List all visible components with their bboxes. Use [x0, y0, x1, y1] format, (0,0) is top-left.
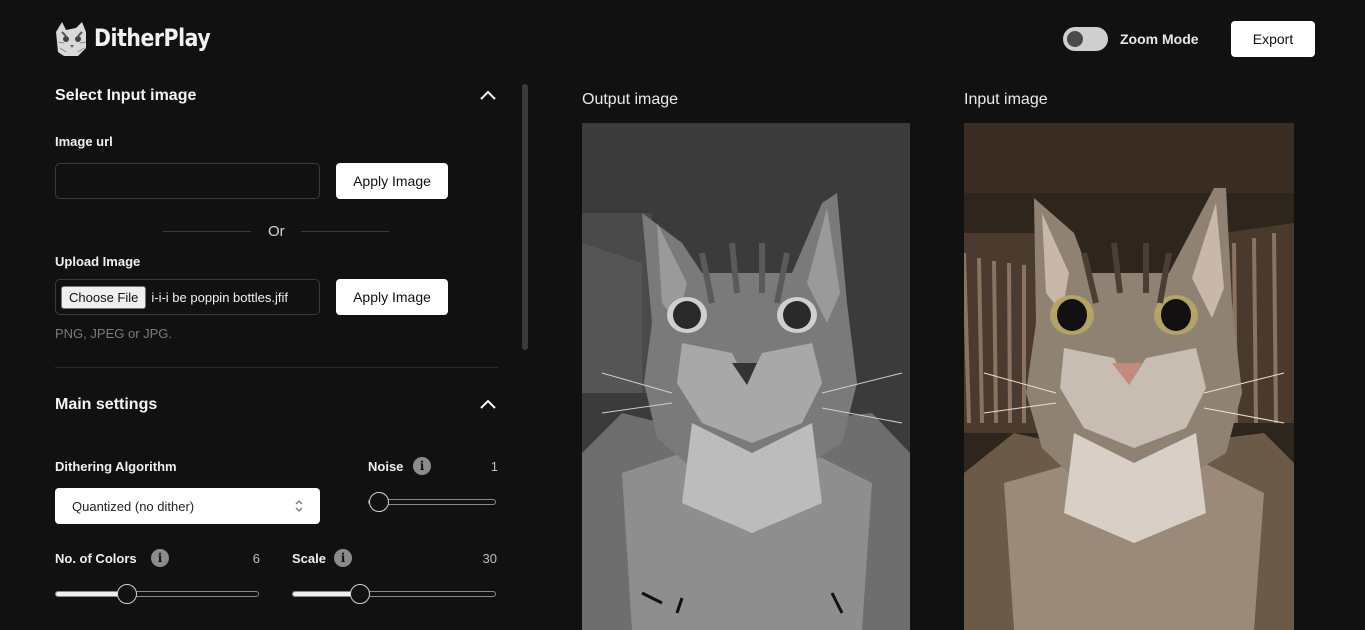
file-type-hint: PNG, JPEG or JPG.	[55, 326, 173, 341]
file-name: i-i-i be poppin bottles.jfif	[151, 289, 288, 305]
noise-value: 1	[490, 459, 498, 474]
zoom-mode-label: Zoom Mode	[1120, 31, 1199, 47]
main-settings-title: Main settings	[55, 396, 158, 413]
scale-slider-thumb[interactable]	[349, 584, 370, 604]
colors-value: 6	[252, 551, 260, 566]
output-image[interactable]	[582, 123, 910, 630]
noise-info-icon[interactable]: i	[413, 457, 431, 475]
chevron-up-icon[interactable]	[479, 87, 497, 105]
choose-file-button[interactable]: Choose File	[61, 285, 147, 309]
or-text: Or	[268, 223, 285, 240]
scale-label: Scale	[292, 551, 326, 566]
image-url-input[interactable]	[55, 163, 320, 199]
input-section-title: Select Input image	[55, 87, 197, 104]
apply-url-button[interactable]: Apply Image	[336, 163, 448, 199]
dithering-algorithm-select[interactable]: Quantized (no dither)	[55, 488, 320, 524]
app-logo[interactable]: DitherPlay	[52, 18, 231, 58]
header: DitherPlay Zoom Mode Export	[0, 0, 1365, 80]
scale-info-icon[interactable]: i	[334, 549, 352, 567]
noise-slider-thumb[interactable]	[369, 492, 389, 512]
image-url-label: Image url	[55, 134, 113, 149]
app-title: DitherPlay	[94, 24, 211, 52]
dithering-algorithm-label: Dithering Algorithm	[55, 459, 177, 474]
divider-left	[163, 231, 251, 232]
colors-info-icon[interactable]: i	[151, 549, 169, 567]
colors-label: No. of Colors	[55, 551, 137, 566]
toggle-knob	[1067, 31, 1083, 47]
colors-slider[interactable]	[55, 584, 259, 604]
chevron-up-icon[interactable]	[479, 396, 497, 414]
colors-slider-thumb[interactable]	[116, 584, 137, 604]
settings-panel: Select Input image Image url Apply Image…	[0, 80, 520, 630]
zoom-mode-toggle[interactable]	[1063, 27, 1108, 51]
algorithm-value: Quantized (no dither)	[72, 498, 195, 514]
cat-logo-icon	[56, 22, 87, 56]
noise-slider[interactable]	[368, 492, 496, 512]
noise-label: Noise	[368, 459, 404, 474]
apply-upload-button[interactable]: Apply Image	[336, 279, 448, 315]
scale-value: 30	[482, 551, 497, 566]
output-image-title: Output image	[582, 91, 679, 108]
file-upload-input[interactable]: Choose File i-i-i be poppin bottles.jfif	[55, 279, 320, 315]
dithered-cat-image	[582, 123, 910, 630]
section-divider	[55, 367, 498, 368]
input-image[interactable]	[964, 123, 1294, 630]
panel-scrollbar[interactable]	[522, 84, 528, 350]
upload-image-label: Upload Image	[55, 254, 141, 269]
select-arrows-icon	[295, 500, 303, 512]
cat-photo	[964, 123, 1294, 630]
divider-right	[301, 231, 389, 232]
scale-slider[interactable]	[292, 584, 496, 604]
export-button[interactable]: Export	[1231, 21, 1315, 57]
input-image-title: Input image	[964, 91, 1048, 108]
